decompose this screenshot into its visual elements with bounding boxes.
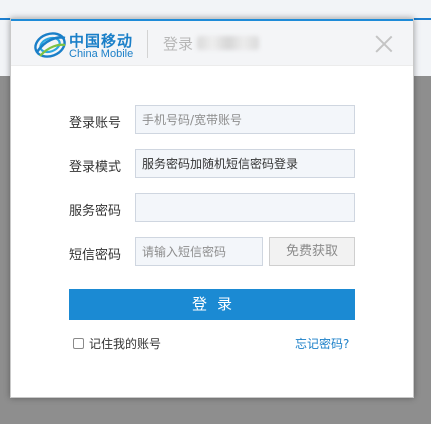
get-sms-code-button[interactable]: 免费获取 <box>269 237 355 266</box>
brand-name-english: China Mobile <box>69 48 134 60</box>
remember-account[interactable]: 记住我的账号 <box>73 335 161 352</box>
sms-code-input[interactable] <box>135 237 263 266</box>
sms-code-label: 短信密码 <box>69 248 122 263</box>
blurred-title-text <box>197 36 259 50</box>
login-dialog: 中国移动 China Mobile 登录 登录账号 登录模式 服务密码 短信密码… <box>10 18 414 398</box>
dialog-title: 登录 <box>163 35 194 53</box>
forgot-password-link[interactable]: 忘记密码? <box>295 335 349 352</box>
service-password-label: 服务密码 <box>69 204 122 219</box>
china-mobile-logo-icon <box>34 32 66 58</box>
remember-checkbox[interactable] <box>73 338 84 349</box>
service-password-input[interactable] <box>135 193 355 222</box>
dialog-header: 中国移动 China Mobile 登录 <box>11 21 413 66</box>
header-divider <box>147 30 148 58</box>
account-label: 登录账号 <box>69 116 122 131</box>
login-button[interactable]: 登录 <box>69 289 355 320</box>
account-input[interactable] <box>135 105 355 134</box>
remember-label: 记住我的账号 <box>89 337 162 351</box>
close-icon[interactable] <box>375 35 393 53</box>
login-mode-field[interactable] <box>135 149 355 178</box>
login-mode-label: 登录模式 <box>69 160 122 175</box>
